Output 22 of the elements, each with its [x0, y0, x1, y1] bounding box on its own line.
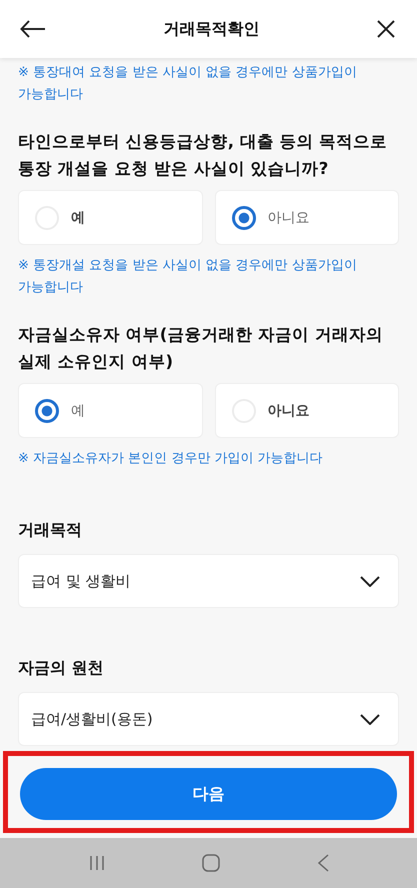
notice-text: ※ 통장대여 요청을 받은 사실이 없을 경우에만 상품가입이 가능합니다	[18, 64, 358, 104]
page-title: 거래목적확인	[164, 18, 260, 40]
back-icon[interactable]	[316, 854, 328, 872]
radio-option[interactable]: 아니요	[214, 190, 399, 245]
notice-text: ※ 통장개설 요청을 받은 사실이 없을 경우에만 상품가입이 가능합니다	[18, 257, 358, 297]
field-label: 자금의 원천	[18, 657, 105, 679]
home-icon[interactable]	[202, 854, 220, 872]
dropdown-select[interactable]: 급여/생활비(용돈)	[18, 692, 399, 746]
back-arrow-icon[interactable]	[20, 20, 46, 38]
notice-text: ※ 자금실소유자가 본인인 경우만 가입이 가능합니다	[18, 450, 324, 468]
chevron-down-icon	[360, 576, 380, 586]
field-label: 거래목적	[18, 519, 83, 541]
question-text: 자금실소유자 여부(금융거래한 자금이 거래자의 실제 소유인지 여부)	[18, 324, 384, 373]
radio-option[interactable]: 아니요	[214, 383, 399, 438]
close-icon[interactable]	[377, 20, 395, 38]
recent-apps-icon[interactable]	[88, 855, 104, 871]
next-button[interactable]: 다음	[20, 768, 397, 820]
chevron-down-icon	[360, 714, 380, 724]
radio-option[interactable]: 예	[18, 190, 202, 245]
radio-option[interactable]: 예	[18, 383, 202, 438]
question-text: 타인으로부터 신용등급상향, 대출 등의 목적으로 통장 개설을 요청 받은 사실이 있습니까?	[18, 131, 388, 180]
dropdown-select[interactable]: 급여 및 생활비	[18, 554, 399, 608]
